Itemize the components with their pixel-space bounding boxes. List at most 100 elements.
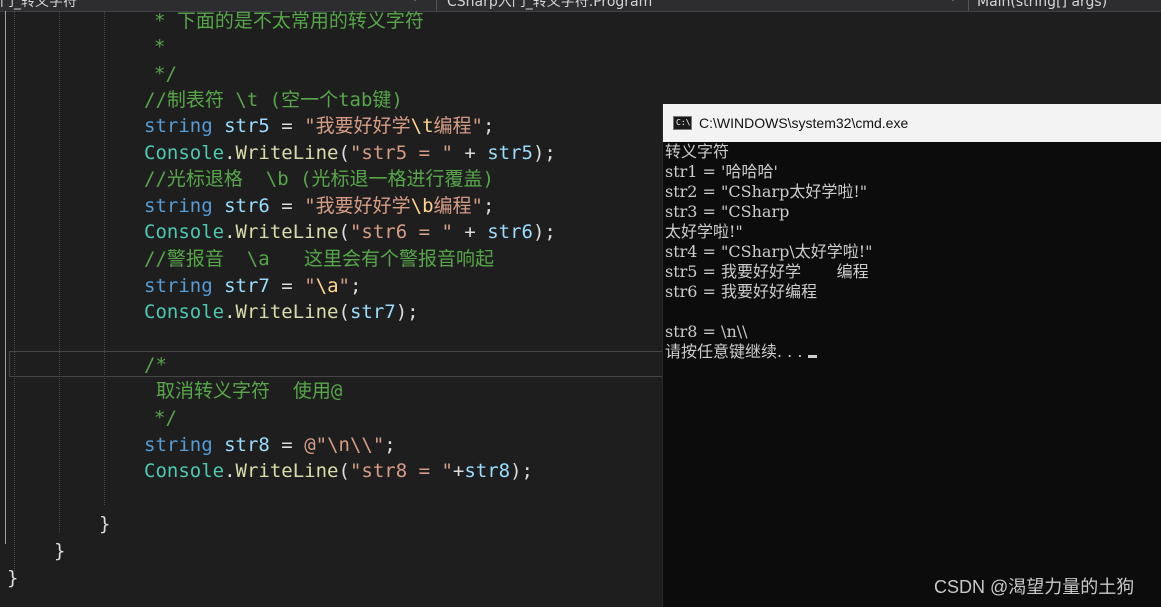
code-line: } xyxy=(7,565,18,591)
class-scope-label: CSharp入门_转义字符.Program xyxy=(447,0,653,10)
code-token: ); xyxy=(510,460,533,482)
code-token: 编程" xyxy=(433,115,483,137)
code-line: //制表符 \t (空一个tab键) xyxy=(144,87,403,113)
chevron-down-icon[interactable]: ▾ xyxy=(950,0,962,10)
code-line: */ xyxy=(154,405,177,431)
code-token: Console xyxy=(144,301,225,323)
code-token: " xyxy=(338,275,350,297)
code-line: Console.WriteLine("str5 = " + str5); xyxy=(144,140,556,166)
code-token: 编程" xyxy=(433,195,483,217)
code-line: } xyxy=(54,538,65,564)
outline-bar xyxy=(5,11,6,544)
code-token: ; xyxy=(384,434,396,456)
code-line: 取消转义字符 使用@ xyxy=(156,378,342,404)
code-token: WriteLine xyxy=(235,142,339,164)
code-token: . xyxy=(224,460,236,482)
code-token: = xyxy=(269,275,305,297)
code-token: ); xyxy=(532,142,556,164)
code-token: string xyxy=(144,275,213,297)
code-token: = xyxy=(269,115,305,137)
code-token: ( xyxy=(338,142,350,164)
console-prompt-line: 请按任意键继续. . . xyxy=(665,342,818,362)
code-token: string xyxy=(144,195,213,217)
console-line: str1 = '哈哈哈' xyxy=(665,162,778,181)
code-token: string xyxy=(144,115,213,137)
code-token: str8 xyxy=(224,434,270,456)
console-icon: C:\ xyxy=(673,116,692,130)
indent-guide xyxy=(14,11,15,571)
code-token: ( xyxy=(338,460,350,482)
current-line-highlight xyxy=(9,351,669,377)
code-line: string str8 = @"\n\\"; xyxy=(144,432,396,458)
console-line: str4 = "CSharp\太好学啦!" xyxy=(665,242,873,261)
console-line: str2 = "CSharp太好学啦!" xyxy=(665,182,868,201)
code-token: str5 xyxy=(224,115,270,137)
code-token: 取消转义字符 使用@ xyxy=(156,380,343,402)
code-line: /* xyxy=(144,352,167,378)
code-token: . xyxy=(224,142,236,164)
console-line: str5 = 我要好好学 编程 xyxy=(665,262,869,281)
code-token: . xyxy=(224,301,236,323)
code-token: str8 xyxy=(464,460,511,482)
code-token: ; xyxy=(349,275,362,297)
code-token: */ xyxy=(154,407,177,429)
code-token: + xyxy=(452,460,465,482)
press-any-key-prompt: 请按任意键继续. . . xyxy=(665,342,803,361)
code-token: */ xyxy=(154,63,177,85)
project-label: 门_转义字符 xyxy=(0,0,77,10)
code-token: "str5 = " xyxy=(349,142,453,164)
cmd-window-title: C:\WINDOWS\system32\cmd.exe xyxy=(699,115,909,131)
console-line: 太好学啦!" xyxy=(665,222,743,241)
code-token: ; xyxy=(482,195,495,217)
console-line: str6 = 我要好好编程 xyxy=(665,282,818,301)
code-token: //光标退格 \b (光标退一格进行覆盖) xyxy=(144,168,494,190)
console-line: str8 = \n\\ xyxy=(665,322,748,341)
code-line: */ xyxy=(154,61,177,87)
code-token: = xyxy=(269,195,305,217)
member-scope-label: Main(string[] args) xyxy=(977,0,1108,10)
code-token: "str6 = " xyxy=(349,221,453,243)
indent-guide xyxy=(104,11,105,505)
code-token: ); xyxy=(395,301,419,323)
code-token: = xyxy=(269,434,305,456)
code-token: ); xyxy=(532,221,556,243)
watermark: CSDN @渴望力量的土狗 xyxy=(934,577,1135,597)
code-token: } xyxy=(99,513,111,535)
code-line: * 下面的是不太常用的转义字符 xyxy=(154,8,424,34)
code-token: ; xyxy=(482,115,495,137)
cmd-title-bar[interactable]: C:\ C:\WINDOWS\system32\cmd.exe xyxy=(663,104,1161,142)
code-token: /* xyxy=(144,354,167,376)
code-line: * xyxy=(154,34,165,60)
code-token: //制表符 \t (空一个tab键) xyxy=(144,89,403,111)
code-token: \b xyxy=(410,195,434,217)
indent-guide xyxy=(59,11,60,533)
console-line: 转义字符 xyxy=(665,142,730,161)
code-line: Console.WriteLine("str8 = "+str8); xyxy=(144,458,533,484)
code-token: ( xyxy=(338,301,350,323)
code-token: ( xyxy=(338,221,350,243)
code-token: str7 xyxy=(224,275,270,297)
code-token: + xyxy=(452,142,488,164)
code-line: //光标退格 \b (光标退一格进行覆盖) xyxy=(144,166,494,192)
code-token: Console xyxy=(144,221,225,243)
code-line: Console.WriteLine("str6 = " + str6); xyxy=(144,219,556,245)
member-dropdown[interactable]: Main(string[] args) xyxy=(968,0,1161,11)
code-token: str6 xyxy=(487,221,533,243)
code-token: * 下面的是不太常用的转义字符 xyxy=(154,10,424,32)
code-token: WriteLine xyxy=(235,460,339,482)
code-line: } xyxy=(99,511,110,537)
cmd-window[interactable]: C:\ C:\WINDOWS\system32\cmd.exe 转义字符 str… xyxy=(662,104,1161,607)
console-line: str3 = "CSharp xyxy=(665,202,790,221)
code-line: Console.WriteLine(str7); xyxy=(144,299,419,325)
code-token: WriteLine xyxy=(235,301,339,323)
text-cursor xyxy=(808,355,818,358)
code-token: "我要好好学 xyxy=(304,195,411,217)
code-token: str7 xyxy=(349,301,396,323)
code-token: } xyxy=(54,540,66,562)
class-dropdown[interactable]: CSharp入门_转义字符.Program xyxy=(436,0,967,11)
code-token: //警报音 \a 这里会有个警报音响起 xyxy=(144,248,494,270)
